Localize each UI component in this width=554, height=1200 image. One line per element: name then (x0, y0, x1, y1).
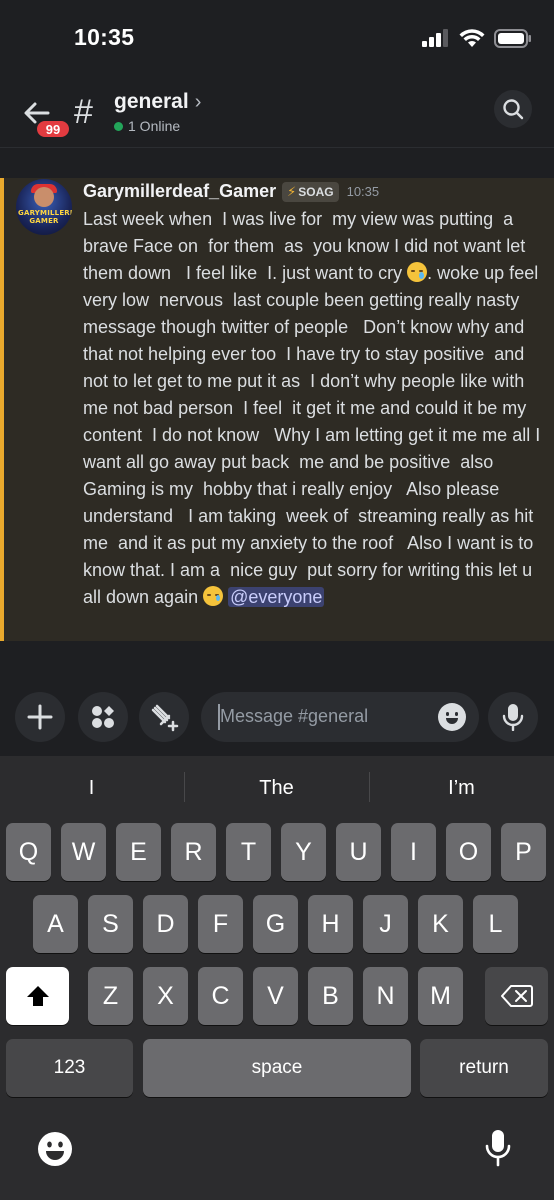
key-h[interactable]: H (308, 895, 353, 953)
key-y[interactable]: Y (281, 823, 326, 881)
numbers-key[interactable]: 123 (6, 1039, 133, 1097)
message-body: Last week when I was live for my view wa… (83, 206, 549, 611)
message-input[interactable]: Message #general (201, 692, 479, 742)
channel-name: general (114, 90, 189, 113)
key-t[interactable]: T (226, 823, 271, 881)
suggestion-1[interactable]: I (0, 772, 183, 804)
key-a[interactable]: A (33, 895, 78, 953)
avatar-face (34, 187, 54, 207)
key-f[interactable]: F (198, 895, 243, 953)
suggestion-2[interactable]: The (185, 772, 368, 804)
lightning-bolt-icon: ⚡ (287, 183, 297, 199)
status-time: 10:35 (74, 24, 135, 50)
online-count: 1 Online (128, 118, 181, 134)
voice-message-button[interactable] (488, 692, 538, 742)
key-i[interactable]: I (391, 823, 436, 881)
channel-header: 99 # general › 1 Online (0, 70, 554, 148)
message-input-placeholder: Message #general (220, 706, 369, 726)
key-p[interactable]: P (501, 823, 546, 881)
microphone-icon (485, 1130, 511, 1167)
everyone-mention[interactable]: @everyone (228, 587, 325, 607)
channel-hash-icon: # (74, 93, 93, 131)
dictation-button[interactable] (485, 1129, 511, 1172)
shift-arrow-icon (26, 986, 49, 1006)
plus-icon (27, 704, 53, 730)
predictive-text-bar: I The I’m (0, 756, 554, 818)
channel-title[interactable]: general › (114, 90, 201, 114)
avatar-logo-text: GARYMILLERDEAF GAMER (18, 209, 72, 225)
battery-icon (494, 28, 531, 48)
key-w[interactable]: W (61, 823, 106, 881)
apps-icon (92, 706, 114, 728)
message-header: Garymillerdeaf_Gamer ⚡ SOAG 10:35 (83, 181, 379, 202)
backspace-icon (500, 985, 533, 1007)
key-g[interactable]: G (253, 895, 298, 953)
search-icon (503, 99, 524, 120)
online-status: 1 Online (114, 118, 180, 134)
suggestion-3[interactable]: I’m (370, 772, 553, 804)
message-text-part-2: . woke up feel very low nervous last cou… (83, 263, 546, 607)
space-key[interactable]: space (143, 1039, 411, 1097)
status-icons (422, 26, 532, 50)
gift-sparkle-icon (151, 704, 179, 732)
wifi-icon (459, 28, 485, 47)
key-k[interactable]: K (418, 895, 463, 953)
emoji-face-icon (38, 1132, 72, 1166)
gift-button[interactable] (139, 692, 189, 742)
emoji-picker-button[interactable] (438, 703, 466, 731)
apps-button[interactable] (78, 692, 128, 742)
emoji-keyboard-button[interactable] (37, 1131, 73, 1172)
status-bar: 10:35 (0, 0, 554, 70)
key-m[interactable]: M (418, 967, 463, 1025)
onscreen-keyboard: I The I’m Q W E R T Y U I O P A S D F G … (0, 756, 554, 1200)
key-v[interactable]: V (253, 967, 298, 1025)
key-z[interactable]: Z (88, 967, 133, 1025)
online-dot-icon (114, 121, 123, 131)
role-tag-label: SOAG (298, 184, 334, 199)
role-tag[interactable]: ⚡ SOAG (282, 181, 339, 202)
key-u[interactable]: U (336, 823, 381, 881)
key-c[interactable]: C (198, 967, 243, 1025)
timestamp: 10:35 (346, 184, 380, 199)
key-x[interactable]: X (143, 967, 188, 1025)
message-item[interactable]: GARYMILLERDEAF GAMER Garymillerdeaf_Game… (0, 178, 554, 641)
shift-key[interactable] (6, 967, 69, 1025)
key-r[interactable]: R (171, 823, 216, 881)
key-n[interactable]: N (363, 967, 408, 1025)
chat-area[interactable]: GARYMILLERDEAF GAMER Garymillerdeaf_Game… (0, 148, 554, 684)
crying-face-emoji-icon (407, 262, 428, 282)
key-j[interactable]: J (363, 895, 408, 953)
cellular-signal-icon (422, 29, 448, 47)
add-attachment-button[interactable] (15, 692, 65, 742)
chevron-right-icon: › (194, 90, 202, 113)
face-holding-back-tears-emoji-icon (203, 586, 224, 606)
key-l[interactable]: L (473, 895, 518, 953)
key-b[interactable]: B (308, 967, 353, 1025)
key-e[interactable]: E (116, 823, 161, 881)
key-s[interactable]: S (88, 895, 133, 953)
username[interactable]: Garymillerdeaf_Gamer (83, 181, 276, 202)
key-d[interactable]: D (143, 895, 188, 953)
message-composer: Message #general (0, 684, 554, 756)
key-o[interactable]: O (446, 823, 491, 881)
search-button[interactable] (494, 90, 532, 128)
key-q[interactable]: Q (6, 823, 51, 881)
return-key[interactable]: return (420, 1039, 548, 1097)
microphone-icon (502, 704, 524, 731)
delete-key[interactable] (485, 967, 548, 1025)
avatar[interactable]: GARYMILLERDEAF GAMER (16, 179, 72, 235)
notification-badge: 99 (35, 119, 71, 139)
